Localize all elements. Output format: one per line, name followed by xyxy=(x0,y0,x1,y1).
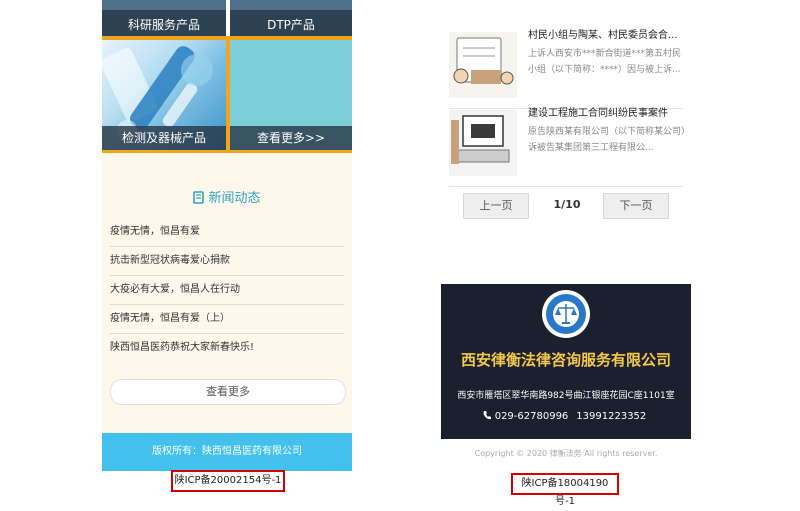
case-title: 建设工程施工合同纠纷民事案件 xyxy=(528,108,668,119)
research-services-label: 科研服务产品 xyxy=(102,10,226,36)
research-services-tile[interactable]: 科研服务产品 xyxy=(102,0,226,36)
phone-icon xyxy=(483,411,491,420)
news-item[interactable]: 大疫必有大爱，恒昌人在行动 xyxy=(110,276,344,305)
copyright-text: Copyright © 2020 律衡法务 All rights reserve… xyxy=(474,449,658,458)
case-description: 上诉人西安市***新合街道***第五村民小组（以下简称：****）因与被上诉..… xyxy=(528,49,682,75)
firm-phone-landline[interactable]: 029-62780996 xyxy=(495,411,569,422)
news-section: 新闻动态 疫情无情，恒昌有爱 抗击新型冠状病毒爱心捐款 大疫必有大爱，恒昌人在行… xyxy=(102,153,352,433)
case-item[interactable]: 村民小组与陶某、村民委员会合... 上诉人西安市***新合街道***第五村民小组… xyxy=(449,20,683,109)
firm-phone-mobile[interactable]: 13991223352 xyxy=(576,411,646,422)
view-more-tile-label: 查看更多>> xyxy=(230,126,352,150)
news-heading: 新闻动态 xyxy=(102,187,352,206)
lab-equipment-label: 检测及器械产品 xyxy=(102,126,226,150)
firm-name: 西安律衡法律咨询服务有限公司 xyxy=(460,351,671,369)
case-item[interactable]: 建设工程施工合同纠纷民事案件 原告陕西某有限公司（以下简称某公司）诉被告某集团第… xyxy=(449,98,686,187)
news-item[interactable]: 疫情无情，恒昌有爱（上） xyxy=(110,305,344,334)
previous-page-button[interactable]: 上一页 xyxy=(463,193,529,219)
news-heading-text: 新闻动态 xyxy=(208,191,261,206)
next-page-button[interactable]: 下一页 xyxy=(603,193,669,219)
news-list: 疫情无情，恒昌有爱 抗击新型冠状病毒爱心捐款 大疫必有大爱，恒昌人在行动 疫情无… xyxy=(110,218,344,362)
case-illustration-image xyxy=(449,32,517,98)
lab-equipment-tile[interactable]: 检测及器械产品 xyxy=(102,40,226,150)
firm-address: 西安市雁塔区翠华南路982号曲江银座花园C座1101室 xyxy=(457,391,675,401)
icp-license[interactable]: 陕ICP备20002154号-1 xyxy=(171,470,285,492)
page-indicator: 1/10 xyxy=(553,198,581,211)
scales-of-justice-logo xyxy=(542,290,590,338)
view-more-tile[interactable]: 查看更多>> xyxy=(230,40,352,150)
view-more-news-button[interactable]: 查看更多 xyxy=(110,379,346,405)
case-illustration-image xyxy=(449,110,517,176)
dtp-products-tile[interactable]: DTP产品 xyxy=(230,0,352,36)
news-item[interactable]: 陕西恒昌医药恭祝大家新春快乐! xyxy=(110,334,344,362)
firm-info-card: 西安律衡法律咨询服务有限公司 西安市雁塔区翠华南路982号曲江银座花园C座110… xyxy=(441,284,691,439)
news-item[interactable]: 抗击新型冠状病毒爱心捐款 xyxy=(110,247,344,276)
news-item[interactable]: 疫情无情，恒昌有爱 xyxy=(110,218,344,247)
copyright-footer: 版权所有：陕西恒昌医药有限公司 xyxy=(102,433,352,471)
firm-phones: 029-62780996 13991223352 xyxy=(441,410,691,422)
icp-license[interactable]: 陕ICP备18004190号-1 xyxy=(511,473,619,507)
left-mobile-page: 科研服务产品 DTP产品 检测及器械产品 查看更多>> 新闻动态 疫情无情，恒昌… xyxy=(102,0,352,496)
dtp-products-label: DTP产品 xyxy=(230,10,352,36)
news-icon xyxy=(193,191,205,204)
case-description: 原告陕西某有限公司（以下简称某公司）诉被告某集团第三工程有限公... xyxy=(528,127,686,153)
right-mobile-page: 村民小组与陶某、村民委员会合... 上诉人西安市***新合街道***第五村民小组… xyxy=(441,0,691,496)
case-title: 村民小组与陶某、村民委员会合... xyxy=(528,30,678,41)
